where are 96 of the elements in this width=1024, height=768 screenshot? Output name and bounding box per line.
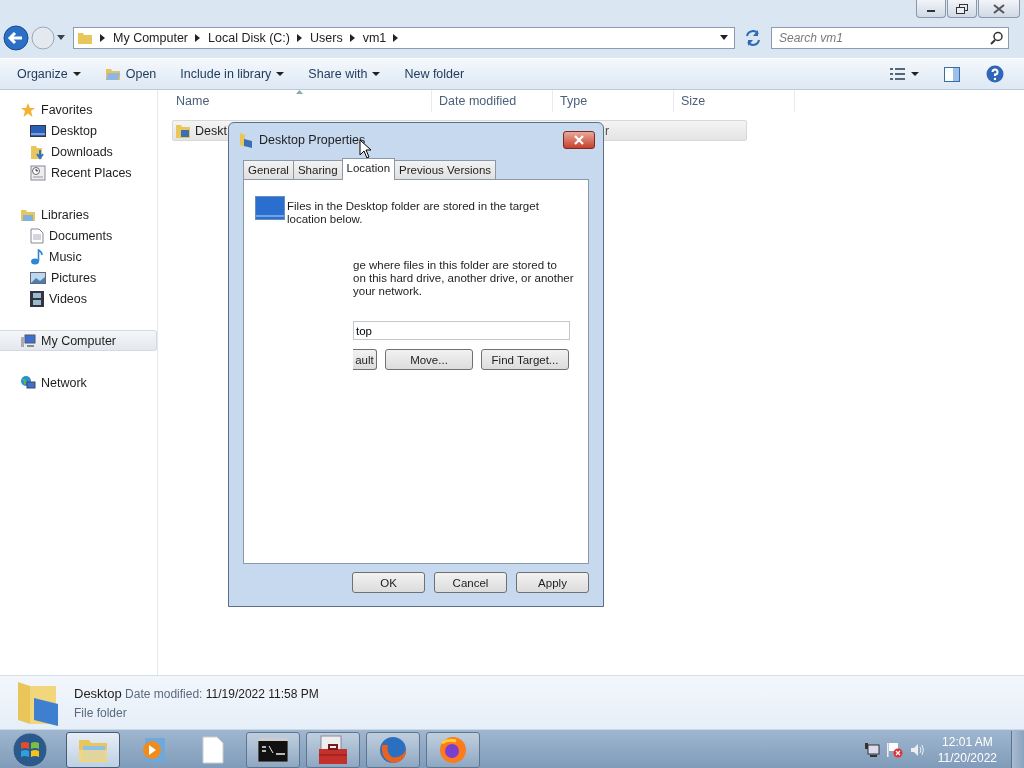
nav-item[interactable]: Libraries <box>0 204 157 225</box>
restore-icon <box>956 3 968 14</box>
toolbar-button[interactable]: New folder <box>395 64 474 84</box>
column-header[interactable]: Type <box>553 90 674 112</box>
nav-item[interactable]: Pictures <box>0 267 157 288</box>
file-name: Deskt <box>195 123 227 138</box>
taskbar-button[interactable] <box>246 731 300 768</box>
chevron-icon[interactable] <box>393 34 400 42</box>
chevron-icon[interactable] <box>100 34 106 42</box>
back-button[interactable] <box>3 25 29 51</box>
terminal-icon <box>258 737 288 762</box>
file-type: r <box>605 123 610 138</box>
open-button[interactable]: Open <box>95 64 166 84</box>
instruction-text: ge where files in this folder are stored to on this hard drive, another drive, or another your network. <box>353 259 575 298</box>
tab[interactable]: Sharing <box>292 160 343 179</box>
chevron-icon[interactable] <box>349 34 356 42</box>
path-field[interactable]: top <box>353 321 570 340</box>
nav-item[interactable]: Network <box>0 372 157 393</box>
date-value: 11/19/2022 11:58 PM <box>205 686 319 701</box>
folder-icon <box>239 132 253 148</box>
dialog-button[interactable]: Move... <box>385 349 473 370</box>
pictures-icon <box>30 270 46 285</box>
date-label: Date modified: <box>125 686 203 701</box>
preview-pane-icon[interactable] <box>944 66 960 82</box>
nav-item[interactable]: My Computer <box>0 330 157 351</box>
dialog-button[interactable]: Apply <box>516 572 589 593</box>
search-field[interactable]: Search vm1 <box>771 27 1009 49</box>
film-icon <box>30 290 44 307</box>
caret-icon <box>372 71 381 77</box>
star-icon <box>20 101 36 118</box>
recent-places-icon <box>30 164 46 181</box>
dialog-title: Desktop Properties <box>259 133 366 147</box>
nav-item[interactable]: Downloads <box>0 141 157 162</box>
column-header[interactable]: Date modified <box>432 90 553 112</box>
dialog-button[interactable]: OK <box>352 572 425 593</box>
search-icon[interactable] <box>990 31 1004 45</box>
item-type: File folder <box>74 705 128 720</box>
firefox-icon <box>438 734 468 765</box>
breadcrumb[interactable]: vm1 <box>362 31 387 45</box>
restore-button[interactable] <box>947 0 977 18</box>
desktop-icon <box>30 123 46 138</box>
chevron-icon[interactable] <box>195 34 202 42</box>
item-name: Desktop <box>74 685 122 701</box>
folder-icon <box>77 30 93 46</box>
refresh-icon[interactable] <box>743 27 763 49</box>
caret-icon <box>911 71 919 77</box>
file-icon <box>202 735 224 764</box>
nav-item[interactable]: Recent Places <box>0 162 157 183</box>
network-icon[interactable] <box>863 741 880 758</box>
column-header[interactable]: Size <box>674 90 795 112</box>
toolbar-menu[interactable]: Share with <box>299 64 390 84</box>
computer-icon <box>20 332 36 349</box>
history-dropdown-icon[interactable] <box>57 35 65 41</box>
dialog-button[interactable]: Find Target... <box>481 349 569 370</box>
firefox-icon <box>378 734 408 765</box>
tab[interactable]: Location <box>341 158 396 180</box>
music-note-icon <box>30 248 44 265</box>
document-icon <box>30 227 44 244</box>
toolbar-menu[interactable]: Include in library <box>171 64 294 84</box>
close-button[interactable] <box>978 0 1020 18</box>
breadcrumb[interactable]: Users <box>310 31 343 45</box>
breadcrumb[interactable]: My Computer <box>113 31 189 45</box>
caret-icon <box>276 71 285 77</box>
dropdown-icon[interactable] <box>720 35 728 41</box>
dialog-button[interactable]: ault <box>353 349 377 370</box>
play-icon <box>140 735 166 764</box>
breadcrumb[interactable]: Local Disk (C:) <box>208 31 290 45</box>
minimize-button[interactable] <box>916 0 946 18</box>
address-bar[interactable]: My Computer Local Disk (C:) Users vm1 <box>73 27 735 49</box>
caret-icon <box>72 71 81 77</box>
folder-icon <box>104 67 121 81</box>
description-text: Files in the Desktop folder are stored in the target location below. <box>287 200 540 226</box>
nav-item[interactable]: Desktop <box>0 120 157 141</box>
taskbar-button[interactable] <box>66 731 120 768</box>
close-icon <box>573 135 585 145</box>
toolbar-menu[interactable]: Organize <box>8 64 90 84</box>
list-view-icon <box>890 68 906 80</box>
help-icon[interactable] <box>986 65 1004 83</box>
tab[interactable]: Previous Versions <box>394 160 497 179</box>
chevron-icon[interactable] <box>297 34 303 42</box>
nav-item[interactable]: Music <box>0 246 157 267</box>
nav-item[interactable]: Documents <box>0 225 157 246</box>
nav-item[interactable]: Videos <box>0 288 157 309</box>
folder-icon <box>16 679 60 726</box>
close-icon <box>993 3 1005 14</box>
flag-icon[interactable] <box>885 741 904 758</box>
desktop-icon <box>255 196 285 220</box>
toolbox-icon <box>317 734 349 765</box>
download-folder-icon <box>30 143 46 160</box>
folder-icon <box>175 122 191 139</box>
tab[interactable]: General <box>243 160 294 179</box>
network-icon <box>20 374 36 391</box>
nav-item[interactable]: Favorites <box>0 99 157 120</box>
close-button[interactable] <box>563 131 595 149</box>
taskbar-button[interactable] <box>306 731 360 768</box>
dialog-button[interactable]: Cancel <box>434 572 507 593</box>
